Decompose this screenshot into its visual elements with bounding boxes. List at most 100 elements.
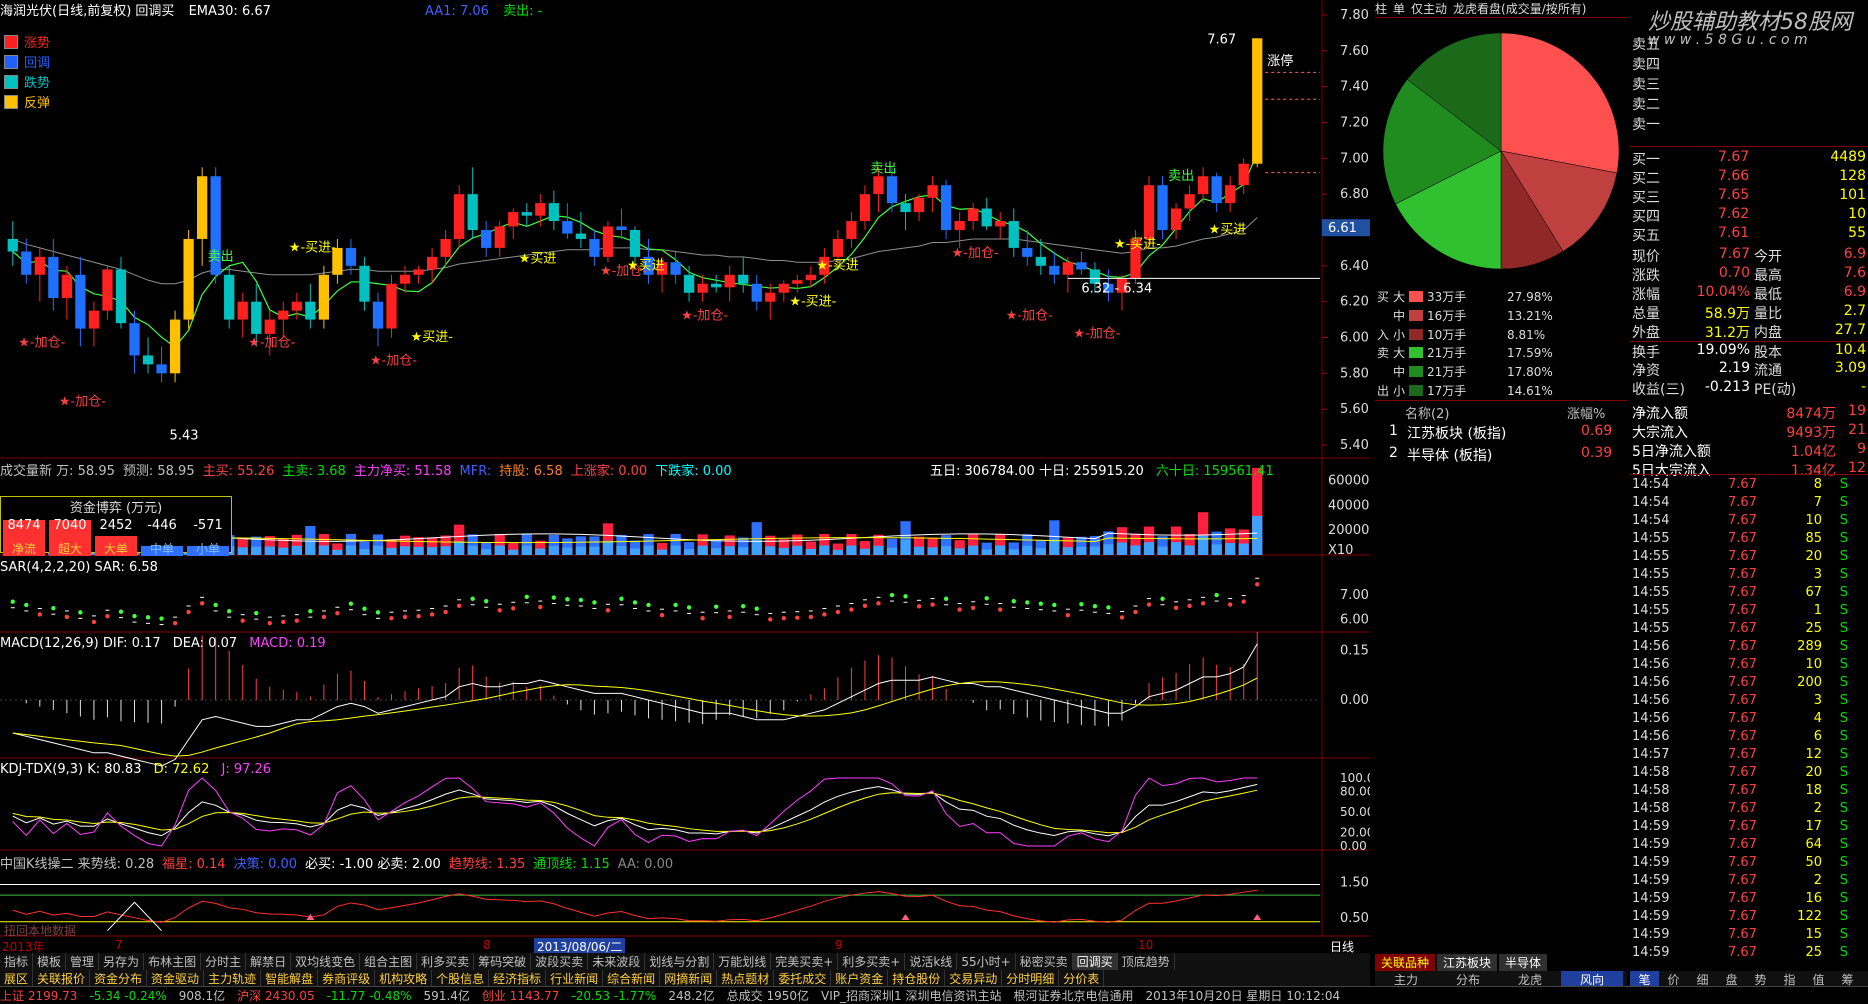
y-tick-label: 7.80 [1340, 8, 1369, 23]
stat-label: 内盘 [1754, 325, 1782, 341]
pie-header-tab[interactable]: 柱 [1375, 2, 1387, 16]
toolbar-button[interactable]: 账户资金 [831, 970, 889, 987]
toolbar-button[interactable]: 分时明细 [1002, 970, 1060, 987]
toolbar-button[interactable]: 智能解盘 [261, 970, 319, 987]
candle [372, 292, 384, 347]
toolbar-button[interactable]: 模板 [33, 953, 67, 970]
volume-sub-bar [1089, 546, 1101, 555]
toolbar-button[interactable]: 回调买 [1072, 953, 1118, 970]
toolbar-button[interactable]: 经济指标 [489, 970, 547, 987]
pie-header-tab[interactable]: 龙虎看盘(成交量/按所有) [1453, 2, 1586, 16]
toolbar-button[interactable]: 机构攻略 [375, 970, 433, 987]
toolbar-button[interactable]: 券商评级 [318, 970, 376, 987]
sar-dot [1146, 602, 1152, 607]
stat-value: 27.7 [1834, 322, 1866, 338]
tick-price: 7.67 [1728, 603, 1757, 618]
sector-tab[interactable]: 江苏板块 [1437, 954, 1498, 971]
toolbar-button[interactable]: 资金驱动 [147, 970, 205, 987]
toolbar-button[interactable]: 网摘新闻 [660, 970, 718, 987]
toolbar-button[interactable]: 筹码突破 [474, 953, 532, 970]
toolbar-button[interactable]: 另存为 [99, 953, 145, 970]
toolbar-button[interactable]: 分时主 [201, 953, 247, 970]
tick-vol: 122 [1797, 909, 1822, 924]
status-item: 248.2亿 [668, 989, 715, 1003]
toolbar-button[interactable]: 万能划线 [714, 953, 772, 970]
volume-sub-bar [332, 549, 343, 555]
kdj-y-label: 50.00 [1340, 805, 1370, 819]
toolbar-button[interactable]: 未来波段 [588, 953, 646, 970]
toolbar-button[interactable]: 秘密买卖 [1016, 953, 1073, 970]
candle [724, 265, 735, 302]
volume-sub-bar [1252, 515, 1263, 555]
toolbar-button[interactable]: 组合主图 [360, 953, 418, 970]
toolbar-button[interactable]: 说活k线 [905, 953, 958, 970]
toolbar-button[interactable]: 完美买卖+ [771, 953, 839, 970]
sector-tab[interactable]: 关联品种 [1375, 954, 1436, 971]
buy-level-price: 7.66 [1718, 168, 1750, 184]
tick-row: 14:55 7.67 20 S [1630, 549, 1868, 567]
sar-dot [172, 620, 178, 626]
stat-label: 最低 [1754, 287, 1782, 303]
tick-row: 14:59 7.67 122 S [1630, 909, 1868, 927]
toolbar-button[interactable]: 资金分布 [90, 970, 148, 987]
toolbar-button[interactable]: 主力轨迹 [204, 970, 262, 987]
toolbar-button[interactable]: 委托成交 [774, 970, 832, 987]
toolbar-button[interactable]: 持仓股份 [888, 970, 946, 987]
pie-header-tab[interactable]: 单 [1393, 2, 1405, 16]
toolbar-button[interactable]: 55小时+ [957, 953, 1016, 970]
tick-row: 14:56 7.67 6 S [1630, 729, 1868, 747]
buy-level-row[interactable]: 买三 7.65 101 [1630, 187, 1868, 206]
tick-row: 14:56 7.67 10 S [1630, 657, 1868, 675]
tick-row: 14:55 7.67 25 S [1630, 621, 1868, 639]
stat-label: 总量 [1632, 306, 1660, 322]
sar-dot [1065, 613, 1071, 618]
toolbar-button[interactable]: 关联报价 [33, 970, 91, 987]
sar-dot [199, 601, 205, 606]
toolbar-button[interactable]: 热点题材 [717, 970, 775, 987]
toolbar-button[interactable]: 交易异动 [945, 970, 1003, 987]
sar-dot [308, 608, 313, 614]
tick-vol: 2 [1813, 873, 1822, 888]
tick-row: 14:58 7.67 20 S [1630, 765, 1868, 783]
toolbar-button[interactable]: 布林主图 [144, 953, 202, 970]
toolbar-button[interactable]: 指标 [0, 953, 34, 970]
candle [535, 194, 546, 227]
pie-header-tab[interactable]: 仅主动 [1411, 2, 1447, 16]
toolbar-button[interactable]: 利多买卖 [417, 953, 475, 970]
tick-price: 7.67 [1728, 585, 1757, 600]
quote-stat-row: 换手 19.09% 股本 10.4 [1630, 341, 1868, 361]
tick-side: S [1839, 819, 1848, 834]
toolbar-button[interactable]: 展区 [0, 970, 34, 987]
volume-sub-bar [359, 549, 370, 555]
chart-area[interactable]: 7.807.607.407.207.006.806.606.406.206.00… [0, 0, 1370, 960]
toolbar-button[interactable]: 分价表 [1059, 970, 1105, 987]
sar-title: SAR(4,2,2,20) SAR: 6.58 [0, 560, 158, 575]
sector-row[interactable]: 2 半导体 (板指) 0.39 [1375, 445, 1627, 465]
volume-y-label: 20000 [1328, 523, 1369, 538]
sar-dot [605, 608, 611, 613]
buy-level-row[interactable]: 买一 7.67 4489 [1630, 149, 1868, 168]
toolbar-button[interactable]: 个股信息 [432, 970, 490, 987]
buy-level-row[interactable]: 买五 7.61 55 [1630, 225, 1868, 244]
toolbar-button[interactable]: 双均线变色 [291, 953, 361, 970]
tick-side: S [1839, 837, 1848, 852]
sector-row[interactable]: 1 江苏板块 (板指) 0.69 [1375, 423, 1627, 443]
candle [1157, 176, 1168, 239]
toolbar-button[interactable]: 顶底趋势 [1118, 953, 1175, 970]
toolbar-button[interactable]: 管理 [66, 953, 100, 970]
buy-level-row[interactable]: 买四 7.62 10 [1630, 206, 1868, 225]
toolbar-button[interactable]: 解禁日 [246, 953, 292, 970]
toolbar-button[interactable]: 利多买卖+ [838, 953, 906, 970]
toolbar-button[interactable]: 波段买卖 [531, 953, 589, 970]
stat-value: 10.04% [1696, 284, 1750, 300]
toolbar-button[interactable]: 综合新闻 [603, 970, 661, 987]
tick-vol: 3 [1813, 693, 1822, 708]
signal-annotation: ★买进 [519, 251, 557, 266]
toolbar-button[interactable]: 划线与分割 [645, 953, 715, 970]
sector-tab[interactable]: 半导体 [1499, 954, 1548, 971]
buy-level-row[interactable]: 买二 7.66 128 [1630, 168, 1868, 187]
toolbar-button[interactable]: 行业新闻 [546, 970, 604, 987]
sar-dot [1092, 603, 1098, 609]
tick-row: 14:56 7.67 289 S [1630, 639, 1868, 657]
y-tick-label: 6.00 [1340, 331, 1369, 346]
